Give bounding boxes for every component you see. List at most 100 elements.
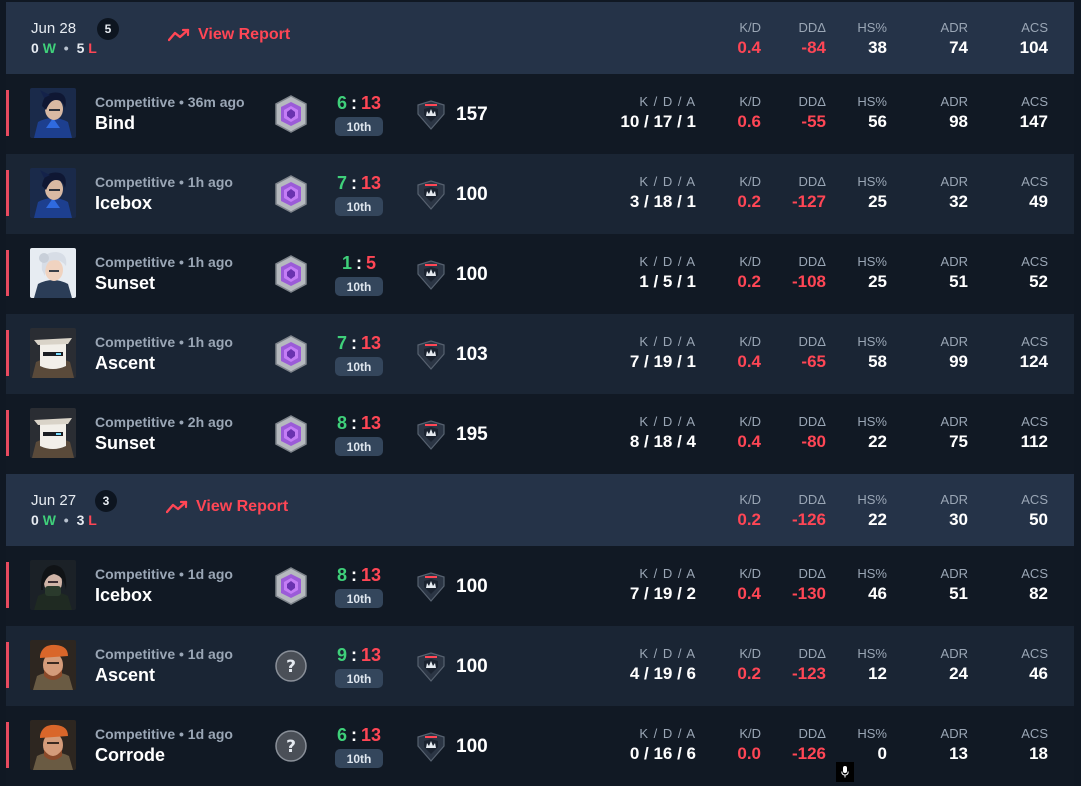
hs-stat: HS% 12 <box>857 646 887 684</box>
acs-stat: ACS 18 <box>1021 726 1048 764</box>
acs-label: ACS <box>1021 414 1048 429</box>
day-header: Jun 27 3 0 W • 3 L View Report K/D 0.2 DD… <box>6 474 1074 546</box>
dd-stat: DDΔ -130 <box>792 566 826 604</box>
kda-label: K / D / A <box>639 646 696 661</box>
adr-stat: ADR 99 <box>941 334 968 372</box>
match-row[interactable]: Competitive • 2h ago Sunset 8:13 10th 19… <box>6 394 1074 474</box>
hs-value: 56 <box>868 112 887 131</box>
match-mode-time: Competitive • 1d ago <box>95 726 233 742</box>
kda-label: K / D / A <box>639 254 696 269</box>
kda-label: K / D / A <box>639 334 696 349</box>
adr-stat: ADR 32 <box>941 174 968 212</box>
rr-rank-icon <box>414 338 448 372</box>
map-name: Sunset <box>95 433 156 453</box>
view-report-button[interactable]: View Report <box>166 498 288 516</box>
acs-stat: ACS 124 <box>1020 334 1048 372</box>
hs-stat: HS% 46 <box>857 566 887 604</box>
rr-rank-icon <box>414 570 448 604</box>
day-header: Jun 28 5 0 W • 5 L View Report K/D 0.4 DD… <box>6 2 1074 74</box>
match-score: 8:13 <box>335 413 383 434</box>
loss-indicator-bar <box>6 250 9 296</box>
adr-label: ADR <box>940 94 968 109</box>
hs-value: 38 <box>868 38 887 57</box>
yoru-portrait <box>30 168 76 218</box>
hs-stat: HS% 25 <box>857 254 887 292</box>
dd-stat: DDΔ -127 <box>792 174 826 212</box>
kd-label: K/D <box>739 334 761 349</box>
dd-label: DDΔ <box>798 254 826 269</box>
kd-value: 0.4 <box>737 432 761 451</box>
score-lost: 13 <box>360 93 382 113</box>
acs-value: 49 <box>1029 192 1048 211</box>
match-row[interactable]: Competitive • 1d ago Corrode ? 6:13 10th… <box>6 706 1074 786</box>
score-won: 6 <box>336 725 347 745</box>
dd-stat: DDΔ -80 <box>799 414 826 452</box>
acs-stat: ACS 112 <box>1021 414 1048 452</box>
match-score: 9:13 <box>335 645 383 666</box>
adr-label: ADR <box>940 726 968 741</box>
view-report-label: View Report <box>196 498 289 515</box>
kda-label: K / D / A <box>639 414 696 429</box>
adr-value: 99 <box>949 352 968 371</box>
microphone-icon[interactable] <box>836 762 854 782</box>
score-colon: : <box>350 413 357 433</box>
rank-rating: 100 <box>456 576 488 597</box>
acs-value: 18 <box>1029 744 1048 763</box>
kd-label: K/D <box>739 414 761 429</box>
summary-acs: ACS 50 <box>1021 492 1048 530</box>
score-lost: 13 <box>360 333 382 353</box>
kda-stat: K / D / A 3 / 18 / 1 <box>630 174 696 212</box>
acs-value: 124 <box>1019 352 1048 371</box>
score-colon: : <box>350 565 357 585</box>
cypher-portrait <box>30 408 76 458</box>
dd-value: -123 <box>791 664 826 683</box>
adr-stat: ADR 98 <box>941 94 968 132</box>
match-row[interactable]: Competitive • 1h ago Icebox 7:13 10th 10… <box>6 154 1074 234</box>
score-won: 9 <box>336 645 347 665</box>
loss-indicator-bar <box>6 90 9 136</box>
rank-gem-icon <box>272 566 310 606</box>
placement-badge: 10th <box>335 197 383 216</box>
hs-value: 12 <box>868 664 887 683</box>
yoru-portrait <box>30 88 76 138</box>
match-row[interactable]: Competitive • 36m ago Bind 6:13 10th 157… <box>6 74 1074 154</box>
hs-label: HS% <box>857 254 887 269</box>
adr-value: 30 <box>949 510 968 529</box>
dd-stat: DDΔ -65 <box>799 334 826 372</box>
dd-value: -80 <box>801 432 826 451</box>
loss-indicator-bar <box>6 170 9 216</box>
kd-label: K/D <box>739 174 761 189</box>
adr-label: ADR <box>940 646 968 661</box>
match-row[interactable]: Competitive • 1d ago Icebox 8:13 10th 10… <box>6 546 1074 626</box>
rank-rating: 103 <box>456 344 488 365</box>
acs-label: ACS <box>1021 646 1048 661</box>
score-won: 6 <box>336 93 347 113</box>
view-report-button[interactable]: View Report <box>168 26 290 44</box>
score-lost: 5 <box>366 253 377 273</box>
match-mode-time: Competitive • 36m ago <box>95 94 245 110</box>
summary-adr: ADR 30 <box>941 492 968 530</box>
acs-value: 104 <box>1019 38 1048 57</box>
adr-value: 51 <box>949 584 968 603</box>
match-row[interactable]: Competitive • 1h ago Ascent 7:13 10th 10… <box>6 314 1074 394</box>
kda-value: 10 / 17 / 1 <box>620 112 696 131</box>
cypher-portrait <box>30 328 76 378</box>
match-history: Jun 28 5 0 W • 5 L View Report K/D 0.4 DD… <box>6 2 1074 786</box>
kda-stat: K / D / A 7 / 19 / 1 <box>630 334 696 372</box>
match-row[interactable]: Competitive • 1h ago Sunset 1:5 10th 100… <box>6 234 1074 314</box>
dd-stat: DDΔ -123 <box>792 646 826 684</box>
summary-adr: ADR 74 <box>941 20 968 58</box>
map-name: Bind <box>95 113 135 133</box>
win-loss-record: 0 W • 5 L <box>31 40 97 56</box>
match-row[interactable]: Competitive • 1d ago Ascent ? 9:13 10th … <box>6 626 1074 706</box>
kda-value: 4 / 19 / 6 <box>629 664 696 683</box>
score-won: 7 <box>336 333 347 353</box>
record-separator: • <box>63 40 69 56</box>
hs-stat: HS% 56 <box>857 94 887 132</box>
score-won: 1 <box>341 253 352 273</box>
dd-label: DDΔ <box>798 174 826 189</box>
adr-value: 74 <box>949 38 968 57</box>
match-mode-time: Competitive • 1d ago <box>95 566 233 582</box>
brimstone-portrait <box>30 720 76 770</box>
score-lost: 13 <box>360 645 382 665</box>
